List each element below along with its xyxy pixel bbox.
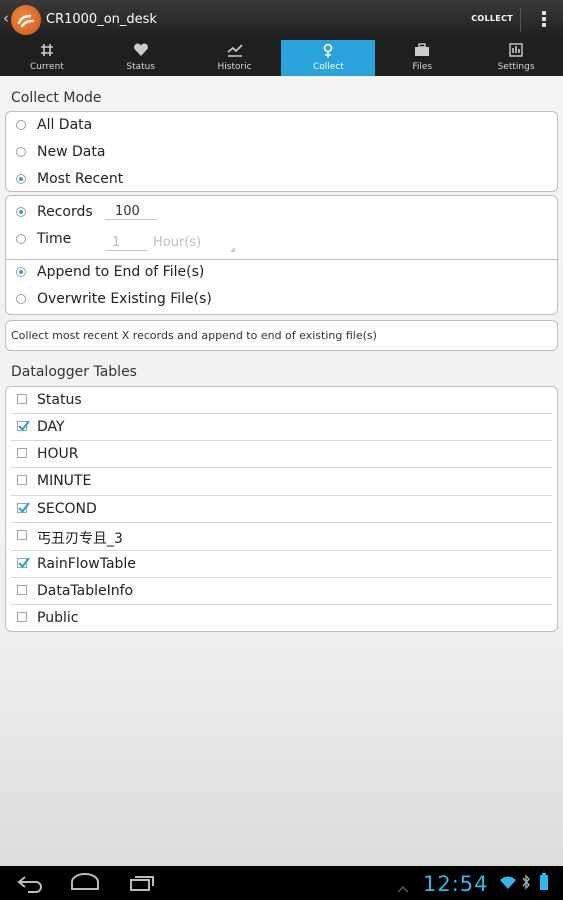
system-nav-bar: 12:54 [0, 866, 563, 900]
radio-new-data[interactable]: New Data [6, 140, 557, 167]
radio-append[interactable]: Append to End of File(s) [6, 260, 557, 287]
time-value-input[interactable]: 1 [105, 235, 148, 251]
radio-label: Overwrite Existing File(s) [37, 291, 212, 307]
radio-label: All Data [37, 117, 93, 133]
tab-label: Current [30, 62, 64, 72]
tab-current[interactable]: Current [0, 40, 94, 76]
radio-most-recent[interactable]: Most Recent [6, 167, 557, 194]
tab-status[interactable]: Status [94, 40, 188, 76]
radio-all-data[interactable]: All Data [6, 113, 557, 140]
back-icon[interactable] [16, 873, 44, 897]
collect-description: Collect most recent X records and append… [11, 329, 377, 342]
table-name: 丐丑刃专且_3 [37, 531, 123, 547]
table-name: HOUR [37, 446, 79, 462]
table-row-datatableinfo[interactable]: DataTableInfo [6, 578, 557, 605]
radio-button[interactable] [16, 174, 26, 184]
checkbox[interactable] [17, 475, 27, 485]
radio-label: Most Recent [37, 171, 124, 187]
collect-button[interactable]: COLLECT [471, 14, 513, 23]
tab-collect[interactable]: Collect [281, 40, 376, 76]
radio-button[interactable] [16, 207, 26, 217]
table-name: MINUTE [37, 473, 92, 489]
action-bar: ‹ CR1000_on_desk COLLECT [0, 0, 563, 40]
checkbox[interactable] [17, 557, 30, 569]
bluetooth-icon [521, 874, 531, 894]
table-row-garbled[interactable]: 丐丑刃专且_3 [6, 523, 557, 550]
checkbox[interactable] [17, 420, 30, 432]
table-row-hour[interactable]: HOUR [6, 441, 557, 468]
time-unit-select[interactable]: Hour(s) [153, 235, 201, 250]
table-name: DataTableInfo [37, 583, 134, 599]
radio-button[interactable] [16, 234, 26, 244]
table-name: Status [37, 392, 82, 408]
radio-overwrite[interactable]: Overwrite Existing File(s) [6, 287, 557, 314]
collect-options-card: Records 100 Time 1 Hour(s) Append to End… [5, 195, 558, 315]
checkbox[interactable] [17, 585, 27, 595]
checkmark-icon [18, 557, 30, 569]
status-chevron-icon [396, 879, 410, 898]
table-name: DAY [37, 419, 65, 435]
checkmark-icon [18, 502, 30, 514]
collect-mode-heading: Collect Mode [11, 90, 102, 106]
table-name: RainFlowTable [37, 556, 136, 572]
table-row-minute[interactable]: MINUTE [6, 468, 557, 495]
battery-icon [539, 873, 549, 895]
radio-button[interactable] [16, 267, 26, 277]
settings-icon [469, 43, 563, 59]
back-caret-icon[interactable]: ‹ [3, 9, 9, 27]
table-name: Public [37, 610, 79, 626]
table-row-second[interactable]: SECOND [6, 496, 557, 523]
radio-records[interactable]: Records [6, 200, 557, 227]
checkbox[interactable] [17, 612, 27, 622]
table-row-public[interactable]: Public [6, 605, 557, 632]
datalogger-tables-card: Status DAY HOUR MINUTE SECOND 丐丑刃专且_3 Ra… [5, 386, 558, 632]
hash-icon [0, 43, 94, 59]
checkbox[interactable] [17, 530, 27, 540]
collect-mode-card: All Data New Data Most Recent [5, 111, 558, 192]
briefcase-icon [375, 43, 469, 59]
table-row-day[interactable]: DAY [6, 414, 557, 441]
radio-button[interactable] [16, 120, 26, 130]
description-card: Collect most recent X records and append… [5, 320, 558, 351]
tab-bar: Current Status Historic Collect Files Se… [0, 40, 563, 76]
tab-historic[interactable]: Historic [188, 40, 282, 76]
collect-icon [281, 43, 375, 59]
checkbox[interactable] [17, 502, 30, 514]
tab-label: Historic [217, 62, 252, 72]
app-title: CR1000_on_desk [46, 12, 157, 27]
table-row-status[interactable]: Status [6, 387, 557, 414]
radio-button[interactable] [16, 294, 26, 304]
home-icon[interactable] [70, 873, 100, 897]
tab-label: Status [126, 62, 156, 72]
recent-apps-icon[interactable] [129, 873, 155, 897]
radio-label: Append to End of File(s) [37, 264, 205, 280]
table-name: SECOND [37, 501, 97, 517]
table-row-rainflowtable[interactable]: RainFlowTable [6, 551, 557, 578]
tab-label: Settings [497, 62, 535, 72]
radio-time[interactable]: Time [6, 227, 557, 254]
radio-label: Time [37, 231, 72, 247]
tab-label: Files [412, 62, 433, 72]
action-bar-divider [520, 8, 521, 32]
checkmark-icon [18, 420, 30, 432]
radio-button[interactable] [16, 147, 26, 157]
historic-chart-icon [188, 43, 282, 59]
tab-label: Collect [312, 62, 344, 72]
radio-label: Records [37, 204, 93, 220]
radio-label: New Data [37, 144, 106, 160]
heart-icon [94, 43, 188, 59]
records-count-input[interactable]: 100 [105, 204, 157, 220]
checkbox[interactable] [17, 448, 27, 458]
app-logo-icon[interactable] [11, 5, 41, 35]
wifi-icon [499, 875, 517, 894]
dropdown-arrow-icon [230, 247, 235, 252]
tab-settings[interactable]: Settings [469, 40, 563, 76]
tab-files[interactable]: Files [375, 40, 469, 76]
checkbox[interactable] [17, 394, 27, 404]
datalogger-tables-heading: Datalogger Tables [11, 364, 137, 380]
clock: 12:54 [423, 872, 489, 896]
overflow-menu-icon[interactable] [542, 11, 547, 29]
